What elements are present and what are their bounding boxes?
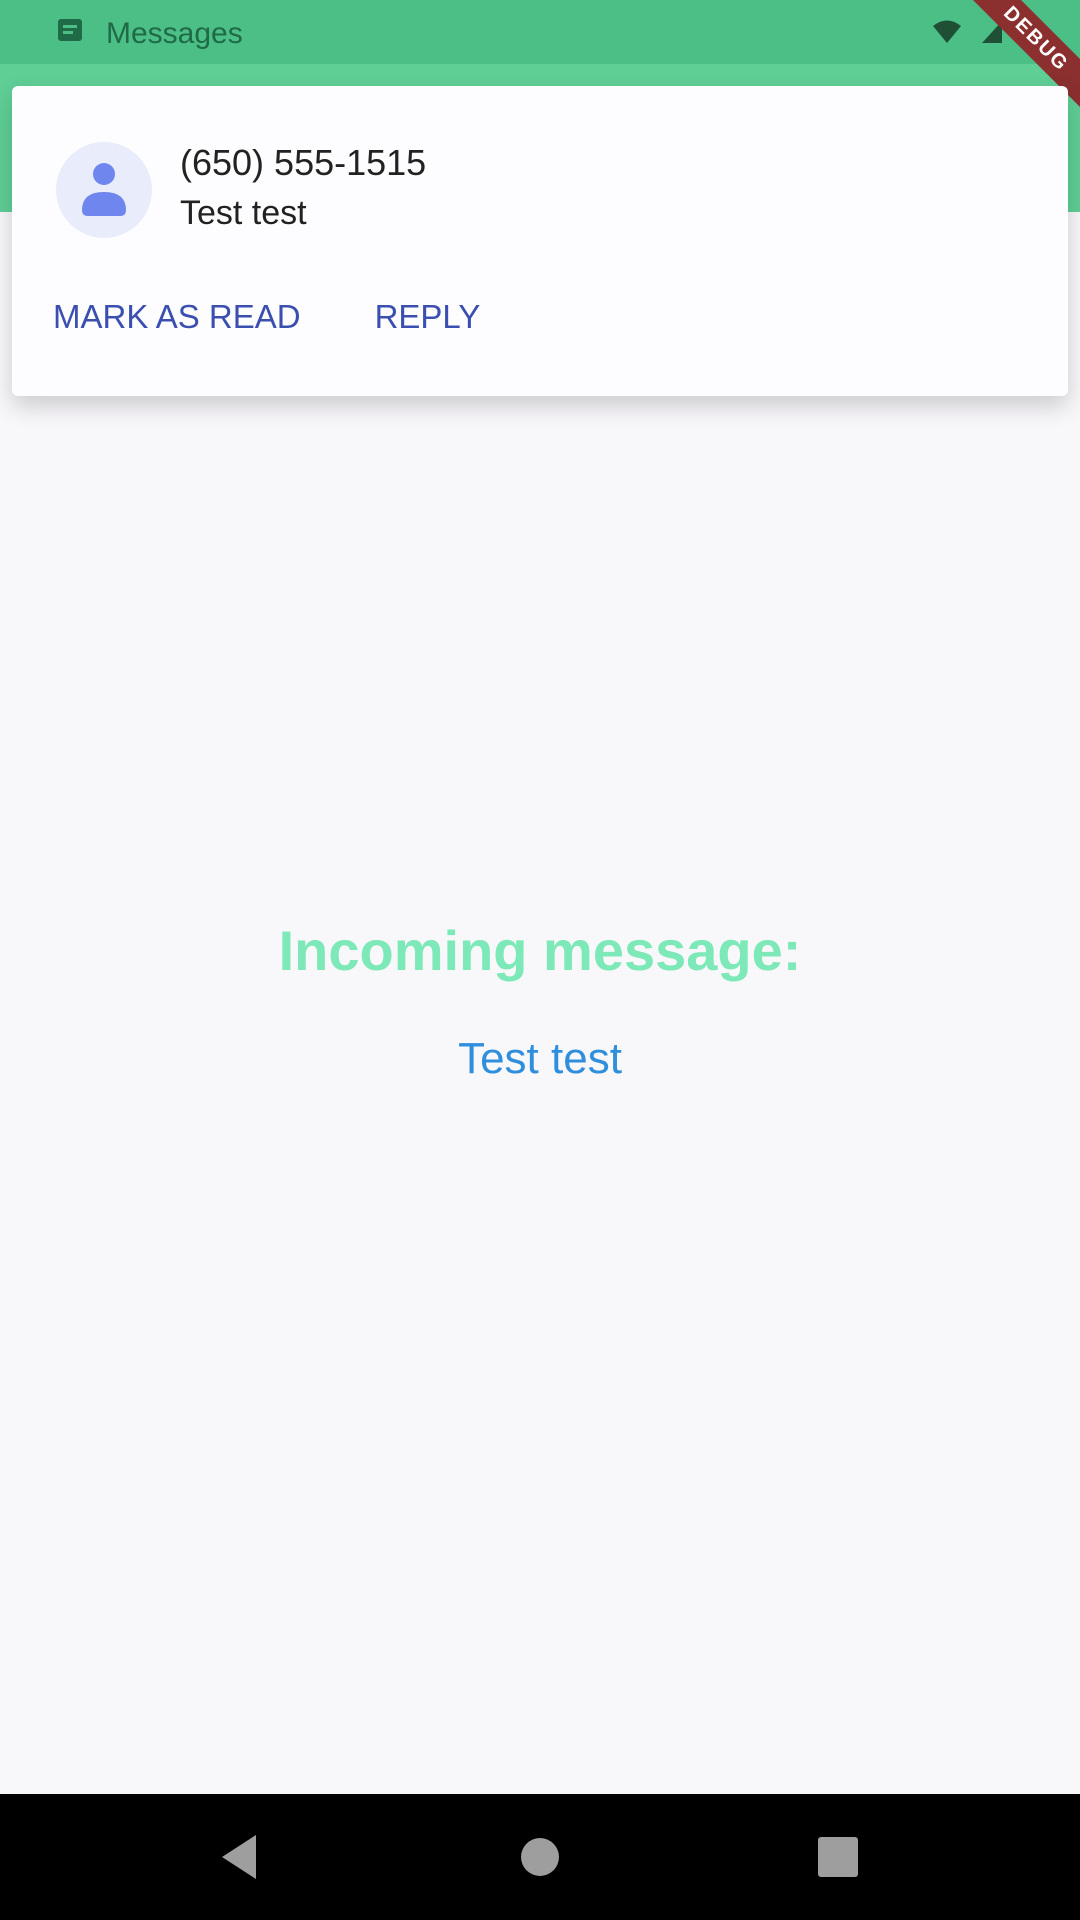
incoming-message-text: Test test	[458, 1034, 622, 1083]
status-left: Messages	[56, 14, 243, 54]
screen: Messages DEBUG (650) 555-1515 Test test …	[0, 0, 1080, 1920]
navigation-bar	[0, 1794, 1080, 1920]
home-icon[interactable]	[510, 1827, 570, 1887]
reply-button[interactable]: REPLY	[375, 298, 481, 336]
status-bar: Messages DEBUG	[0, 0, 1080, 122]
notification-sender: (650) 555-1515	[180, 142, 427, 183]
heads-up-notification[interactable]: (650) 555-1515 Test test MARK AS READ RE…	[12, 86, 1068, 396]
message-icon	[56, 16, 84, 52]
wifi-icon	[932, 19, 962, 50]
incoming-message-title: Incoming message:	[278, 919, 802, 982]
notification-body: Test test	[180, 194, 307, 232]
person-icon	[56, 142, 152, 238]
notification-actions: MARK AS READ REPLY	[53, 298, 480, 336]
mark-as-read-button[interactable]: MARK AS READ	[53, 298, 301, 336]
recents-icon[interactable]	[808, 1827, 868, 1887]
back-icon[interactable]	[210, 1827, 270, 1887]
status-app-label: Messages	[106, 17, 243, 50]
